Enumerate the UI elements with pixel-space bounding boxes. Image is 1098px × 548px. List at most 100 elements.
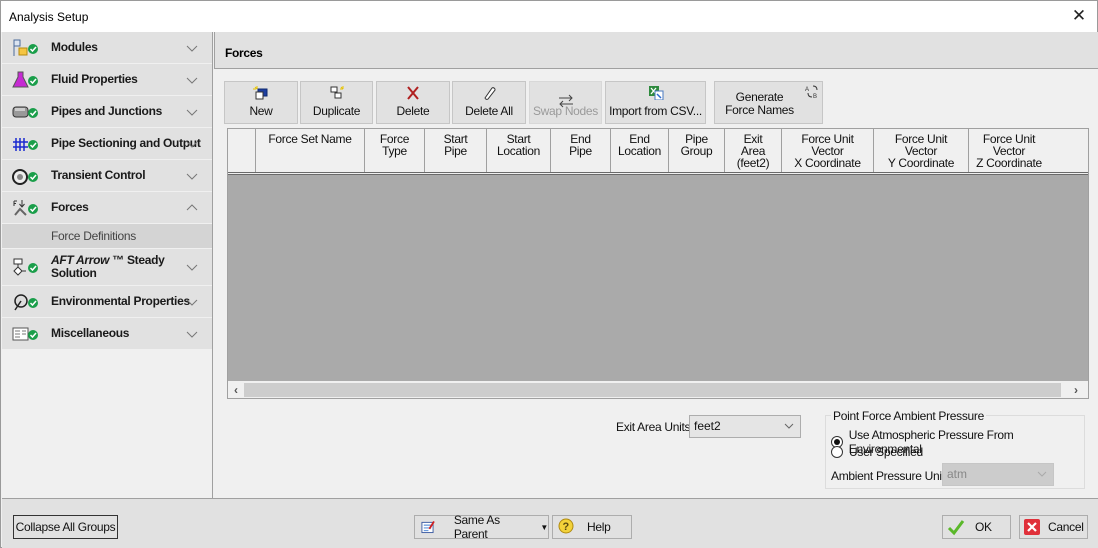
- svg-text:?: ?: [563, 521, 570, 533]
- delete-label: Delete: [396, 104, 430, 118]
- duplicate-icon: [330, 86, 343, 99]
- column-header-force-set-name[interactable]: Force Set Name: [256, 129, 365, 172]
- sidebar-group-label: Environmental Properties: [51, 294, 190, 308]
- svg-text:A: A: [805, 87, 809, 93]
- misc-icon: [12, 327, 38, 340]
- column-header-force-vector-y[interactable]: Force Unit Vector Y Coordinate: [874, 129, 969, 172]
- chevron-up-icon: [186, 203, 198, 210]
- forces-icon: [13, 199, 38, 216]
- sidebar-group-transient-control[interactable]: Transient Control: [2, 160, 212, 192]
- import-csv-button[interactable]: Import from CSV...: [605, 81, 706, 124]
- dropdown-arrow-icon[interactable]: ▼: [540, 523, 548, 532]
- column-header-pipe-group[interactable]: Pipe Group: [669, 129, 725, 172]
- sidebar-group-forces[interactable]: Forces: [2, 192, 212, 224]
- column-header-force-vector-x[interactable]: Force Unit Vector X Coordinate: [782, 129, 874, 172]
- grid-sectioning-icon: [13, 137, 38, 151]
- radio-user-specified[interactable]: User Specified: [831, 445, 923, 459]
- chevron-down-icon: [186, 45, 198, 52]
- chevron-down-icon: [784, 423, 794, 429]
- panel-title: Forces: [225, 46, 263, 60]
- sidebar-group-aft-arrow-steady-solution[interactable]: AFT Arrow ™ Steady Solution: [2, 249, 212, 286]
- collapse-all-groups-label: Collapse All Groups: [15, 520, 116, 534]
- cancel-button[interactable]: Cancel: [1019, 515, 1088, 539]
- same-as-parent-label: Same As Parent: [453, 513, 500, 541]
- exit-area-units-value: feet2: [694, 419, 721, 433]
- chevron-down-icon: [186, 299, 198, 306]
- modules-icon: [13, 39, 38, 56]
- column-header-start-location[interactable]: Start Location: [487, 129, 551, 172]
- chevron-down-icon: [186, 173, 198, 180]
- duplicate-label: Duplicate: [312, 104, 361, 118]
- scroll-right-icon[interactable]: ›: [1068, 382, 1084, 398]
- sidebar-group-label: Miscellaneous: [51, 326, 130, 340]
- ambient-pressure-legend: Point Force Ambient Pressure: [831, 409, 987, 423]
- column-header-exit-area[interactable]: Exit Area (feet2): [725, 129, 782, 172]
- sidebar-group-label: Transient Control: [51, 168, 146, 182]
- sidebar-group-miscellaneous[interactable]: Miscellaneous: [2, 318, 212, 350]
- help-question-icon: ?: [558, 518, 574, 534]
- same-as-parent-dropdown-button[interactable]: Same As Parent ▼: [414, 513, 549, 541]
- dialog-footer: Collapse All Groups Same As Parent ▼ ? H…: [2, 498, 1098, 548]
- sidebar-group-label: Modules: [51, 40, 98, 54]
- column-header-end-pipe[interactable]: End Pipe: [551, 129, 611, 172]
- column-header-end-location[interactable]: End Location: [611, 129, 669, 172]
- cancel-label: Cancel: [1048, 520, 1084, 534]
- column-header-force-type[interactable]: Force Type: [365, 129, 425, 172]
- analysis-setup-window: Analysis Setup ✕ Modules Fluid Propertie…: [0, 0, 1098, 548]
- sidebar-group-modules[interactable]: Modules: [2, 32, 212, 64]
- point-force-ambient-pressure-group: Point Force Ambient Pressure Use Atmosph…: [825, 409, 1085, 489]
- delete-x-icon: [407, 86, 419, 100]
- new-button[interactable]: New: [224, 81, 298, 124]
- ambient-pressure-units-select[interactable]: atm: [942, 463, 1054, 486]
- generate-force-names-label: Generate Force Names: [715, 91, 804, 117]
- horizontal-scrollbar[interactable]: ‹ ›: [228, 381, 1088, 398]
- sidebar-group-pipes-and-junctions[interactable]: Pipes and Junctions: [2, 96, 212, 128]
- collapse-all-groups-button[interactable]: Collapse All Groups: [13, 515, 118, 539]
- column-header-force-vector-z[interactable]: Force Unit Vector Z Coordinate: [969, 129, 1049, 172]
- sidebar-item-force-definitions[interactable]: Force Definitions: [2, 224, 212, 249]
- radio-button-unchecked[interactable]: [831, 446, 843, 458]
- chevron-down-icon: [186, 141, 198, 148]
- edit-note-icon: [421, 520, 435, 534]
- force-sets-grid[interactable]: Force Set Name Force Type Start Pipe Sta…: [227, 128, 1089, 399]
- scrollbar-thumb[interactable]: [244, 383, 1061, 397]
- title-bar: Analysis Setup ✕: [1, 1, 1097, 32]
- column-header-row-selector[interactable]: [228, 129, 256, 172]
- environment-icon: [14, 293, 38, 310]
- help-button[interactable]: ? Help: [552, 515, 632, 539]
- new-icon: [253, 86, 268, 100]
- generate-force-names-button[interactable]: Generate Force Names A B: [714, 81, 823, 124]
- duplicate-button[interactable]: Duplicate: [300, 81, 373, 124]
- scroll-left-icon[interactable]: ‹: [228, 382, 244, 398]
- pipe-icon: [12, 106, 38, 118]
- exit-area-units-select[interactable]: feet2: [689, 415, 801, 438]
- import-csv-label: Import from CSV...: [609, 104, 702, 118]
- generate-line2: Force Names: [725, 103, 794, 117]
- sidebar-group-fluid-properties[interactable]: Fluid Properties: [2, 64, 212, 96]
- swap-nodes-button[interactable]: Swap Nodes: [529, 81, 602, 124]
- generate-line1: Generate: [735, 90, 784, 104]
- exit-area-units-label: Exit Area Units:: [616, 420, 694, 434]
- delete-button[interactable]: Delete: [376, 81, 450, 124]
- new-label: New: [249, 104, 273, 118]
- flowchart-icon: [13, 258, 38, 276]
- sidebar-group-label: Pipes and Junctions: [51, 104, 162, 118]
- label-rest-part: ™ Steady: [109, 253, 165, 267]
- label-line2: Solution: [51, 266, 97, 280]
- forces-panel: Forces New Duplicate Delete Delete All S…: [214, 32, 1098, 498]
- chevron-down-icon: [186, 264, 198, 271]
- sidebar-group-pipe-sectioning-and-output[interactable]: Pipe Sectioning and Output: [2, 128, 212, 160]
- chevron-down-icon: [1037, 471, 1047, 477]
- delete-all-button[interactable]: Delete All: [452, 81, 526, 124]
- sidebar-group-label: Pipe Sectioning and Output: [51, 136, 201, 150]
- chevron-down-icon: [186, 77, 198, 84]
- stopwatch-icon: [12, 168, 38, 185]
- column-header-start-pipe[interactable]: Start Pipe: [425, 129, 487, 172]
- ambient-pressure-units-value: atm: [947, 467, 968, 481]
- swap-nodes-label: Swap Nodes: [532, 104, 599, 118]
- svg-text:B: B: [813, 94, 817, 99]
- ok-button[interactable]: OK: [942, 515, 1011, 539]
- sidebar-group-environmental-properties[interactable]: Environmental Properties: [2, 286, 212, 318]
- close-icon[interactable]: ✕: [1069, 6, 1089, 26]
- sidebar-group-label: Forces: [51, 200, 89, 214]
